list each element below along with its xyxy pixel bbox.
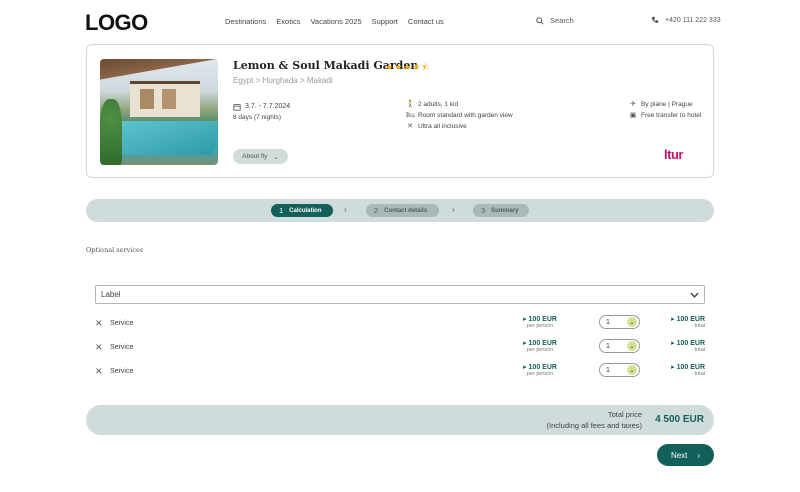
quantity-select[interactable]: 1 ⌄ [599, 315, 640, 329]
quantity-value: 1 [606, 342, 610, 350]
chevron-down-icon: ⌄ [627, 341, 637, 351]
phone-number: +420 111 222 333 [665, 16, 721, 24]
guests: 2 adults, 1 kid [418, 101, 459, 108]
price-unit: per person [526, 371, 554, 377]
chevron-right-icon: › [344, 205, 347, 214]
brand-logo: ltur [664, 147, 683, 162]
service-select[interactable]: Label [95, 285, 705, 304]
location-breadcrumb: Egypt > Hurghada > Makadi [233, 76, 333, 85]
service-name: Service [110, 368, 134, 375]
phone-icon [651, 16, 659, 23]
quantity-select[interactable]: 1 ⌄ [599, 363, 640, 377]
remove-icon[interactable]: ✕ [95, 366, 103, 377]
remove-icon[interactable]: ✕ [95, 342, 103, 353]
total-label: Total price (Including all fees and taxe… [547, 409, 642, 431]
step-label: Summary [491, 207, 519, 214]
total-unit: total [694, 347, 705, 353]
bed-icon: 🛏 [406, 111, 415, 119]
remove-icon[interactable]: ✕ [95, 318, 103, 329]
step-number: 1 [279, 206, 284, 215]
total-unit: total [694, 323, 705, 329]
search-icon [536, 16, 544, 25]
step-contact-details[interactable]: 2 Contact details [366, 204, 439, 217]
section-title: Optional services [86, 246, 144, 254]
travel-duration: 8 days (7 nights) [233, 114, 282, 121]
step-label: Contact details [384, 207, 428, 214]
service-price: 100 EUR [528, 340, 557, 347]
nav-exotics[interactable]: Exotics [276, 17, 300, 26]
bus-icon: ▣ [629, 111, 637, 119]
about-fly-button[interactable]: About fly ⌄ [233, 149, 288, 164]
stay-column: 🚶 2 adults, 1 kid 🛏 Room standard with gar… [406, 99, 513, 132]
chevron-down-icon: ⌄ [627, 365, 637, 375]
service-price: 100 EUR [528, 364, 557, 371]
transfer: Free transfer to hotel [641, 112, 702, 119]
nav-contact[interactable]: Contact us [408, 17, 444, 26]
nav-vacations[interactable]: Vacations 2025 [310, 17, 361, 26]
total-title: Total price [607, 410, 642, 419]
service-row: ✕ Service ▸ 100 EUR per person 1 ⌄ ▸ 100 E… [95, 315, 705, 329]
board-type: Ultra all inclusive [418, 123, 467, 130]
star-rating: ★★★★⯪ [385, 62, 431, 72]
progress-steps: 1 Calculation › 2 Contact details › 3 Su… [86, 199, 714, 222]
step-label: Calculation [289, 207, 322, 214]
calendar-icon [233, 103, 241, 111]
chevron-down-icon [690, 292, 699, 298]
about-fly-label: About fly [242, 153, 268, 160]
next-button[interactable]: Next › [657, 444, 714, 466]
nav-destinations[interactable]: Destinations [225, 17, 266, 26]
nav-support[interactable]: Support [372, 17, 398, 26]
service-name: Service [110, 344, 134, 351]
total-unit: total [694, 371, 705, 377]
quantity-value: 1 [606, 366, 610, 374]
search-label: Search [550, 16, 574, 25]
main-nav: Destinations Exotics Vacations 2025 Supp… [225, 17, 444, 26]
step-number: 2 [374, 206, 379, 215]
service-total: 100 EUR [676, 316, 705, 323]
service-name: Service [110, 320, 134, 327]
total-note: (Including all fees and taxes) [546, 421, 642, 430]
travel-dates: 3.7. - 7.7.2024 [245, 103, 291, 110]
service-price: 100 EUR [528, 316, 557, 323]
person-icon: 🚶 [406, 100, 415, 108]
price-unit: per person [526, 323, 554, 329]
step-number: 3 [481, 206, 486, 215]
cutlery-icon: ✕ [407, 122, 413, 130]
logo[interactable]: LOGO [85, 10, 148, 36]
total-price-bar: Total price (Including all fees and taxe… [86, 405, 714, 435]
select-label: Label [101, 290, 121, 299]
chevron-right-icon: › [452, 205, 455, 214]
quantity-value: 1 [606, 318, 610, 326]
dates-column: 3.7. - 7.7.2024 8 days (7 nights) [233, 101, 290, 123]
transport: By plane | Prague [641, 101, 693, 108]
hotel-card: Lemon & Soul Makadi Garden ★★★★⯪ Egypt >… [86, 44, 714, 178]
quantity-select[interactable]: 1 ⌄ [599, 339, 640, 353]
plane-icon: ✈ [630, 100, 636, 108]
search-button[interactable]: Search [536, 16, 574, 25]
step-summary[interactable]: 3 Summary [473, 204, 529, 217]
phone-contact[interactable]: +420 111 222 333 [651, 16, 721, 24]
service-row: ✕ Service ▸ 100 EUR per person 1 ⌄ ▸ 100 E… [95, 363, 705, 377]
next-label: Next [670, 450, 688, 460]
hotel-photo [100, 59, 218, 165]
step-calculation[interactable]: 1 Calculation [271, 204, 333, 217]
service-total: 100 EUR [676, 364, 705, 371]
chevron-right-icon: › [697, 450, 701, 460]
service-total: 100 EUR [676, 340, 705, 347]
chevron-down-icon: ⌄ [273, 153, 279, 161]
room-type: Room standard with garden view [418, 112, 513, 119]
price-unit: per person [526, 347, 554, 353]
chevron-down-icon: ⌄ [627, 317, 637, 327]
service-row: ✕ Service ▸ 100 EUR per person 1 ⌄ ▸ 100 E… [95, 339, 705, 353]
transport-column: ✈ By plane | Prague ▣ Free transfer to hot… [629, 99, 702, 121]
total-value: 4 500 EUR [655, 414, 704, 425]
